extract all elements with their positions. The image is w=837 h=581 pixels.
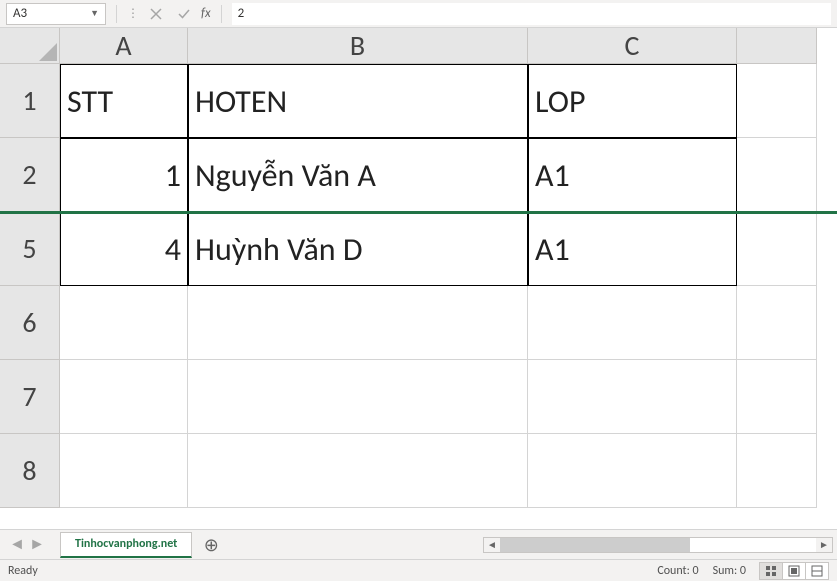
chevron-down-icon[interactable]: ▼ (90, 8, 99, 19)
cell[interactable] (528, 360, 737, 434)
page-layout-view-button[interactable] (782, 562, 806, 580)
tab-next-button[interactable]: ► (28, 536, 46, 554)
divider (116, 5, 117, 23)
spreadsheet-grid: ABC 125678 STTHOTENLOP1Nguyễn Văn AA14Hu… (0, 28, 837, 529)
status-sum: Sum: 0 (713, 564, 746, 578)
cell[interactable]: A1 (528, 212, 737, 286)
formula-bar: A3 ▼ ⋮ fx 2 (0, 0, 837, 28)
triangle-icon (39, 43, 57, 61)
column-headers: ABC (60, 28, 817, 64)
cell[interactable] (737, 360, 817, 434)
page-break-view-button[interactable] (805, 562, 829, 580)
cell[interactable] (188, 360, 528, 434)
cell[interactable] (60, 286, 188, 360)
row-header[interactable]: 5 (0, 212, 60, 286)
status-right: Count: 0 Sum: 0 (657, 562, 829, 580)
column-header[interactable]: B (188, 28, 528, 64)
divider (221, 5, 222, 23)
accept-formula-button[interactable] (173, 3, 195, 25)
cell[interactable] (188, 286, 528, 360)
scroll-thumb[interactable] (500, 538, 690, 552)
name-box[interactable]: A3 ▼ (6, 3, 106, 25)
row-headers: 125678 (0, 64, 60, 508)
cell[interactable] (528, 434, 737, 508)
column-header[interactable]: A (60, 28, 188, 64)
view-switcher (760, 562, 829, 580)
cell[interactable]: 1 (60, 138, 188, 212)
cell[interactable]: Huỳnh Văn D (188, 212, 528, 286)
cells-area[interactable]: STTHOTENLOP 1Nguyễn Văn AA1 4Huỳnh Văn DA1 (60, 64, 817, 508)
row-header[interactable]: 6 (0, 286, 60, 360)
cell[interactable]: LOP (528, 64, 737, 138)
cell[interactable]: STT (60, 64, 188, 138)
cell[interactable] (60, 360, 188, 434)
sheet-tab-label: Tinhocvanphong.net (75, 537, 177, 551)
row-header[interactable]: 2 (0, 138, 60, 212)
hscroll-area: ◄ ► (224, 537, 837, 553)
row-header[interactable]: 7 (0, 360, 60, 434)
tab-nav: ◄ ► (0, 536, 54, 554)
add-sheet-button[interactable]: ⊕ (198, 532, 224, 558)
column-header[interactable] (737, 28, 817, 64)
cell[interactable]: Nguyễn Văn A (188, 138, 528, 212)
cell[interactable] (737, 138, 817, 212)
break-icon (811, 565, 823, 577)
row-header[interactable]: 8 (0, 434, 60, 508)
status-ready: Ready (8, 564, 38, 578)
cell[interactable] (737, 286, 817, 360)
cell[interactable] (528, 286, 737, 360)
cell[interactable]: HOTEN (188, 64, 528, 138)
cell[interactable]: A1 (528, 138, 737, 212)
status-count: Count: 0 (657, 564, 698, 578)
check-icon (178, 8, 190, 20)
cancel-formula-button[interactable] (145, 3, 167, 25)
x-icon (150, 8, 162, 20)
cell[interactable] (737, 212, 817, 286)
cell[interactable] (737, 64, 817, 138)
grid-icon (765, 565, 777, 577)
formula-value: 2 (238, 6, 245, 21)
scroll-right-button[interactable]: ► (816, 538, 832, 552)
cell[interactable] (737, 434, 817, 508)
sheet-tab-active[interactable]: Tinhocvanphong.net (60, 532, 192, 558)
cell[interactable] (60, 434, 188, 508)
select-all-corner[interactable] (0, 28, 60, 64)
drag-handle-icon[interactable]: ⋮ (127, 6, 139, 21)
column-header[interactable]: C (528, 28, 737, 64)
cell[interactable]: 4 (60, 212, 188, 286)
sheet-tab-bar: ◄ ► Tinhocvanphong.net ⊕ ◄ ► (0, 529, 837, 559)
tab-prev-button[interactable]: ◄ (8, 536, 26, 554)
name-box-value: A3 (13, 6, 27, 21)
row-header[interactable]: 1 (0, 64, 60, 138)
horizontal-scrollbar[interactable]: ◄ ► (483, 537, 833, 553)
plus-icon: ⊕ (204, 534, 219, 556)
hidden-rows-indicator[interactable] (0, 211, 837, 214)
scroll-track[interactable] (500, 538, 816, 552)
normal-view-button[interactable] (759, 562, 783, 580)
scroll-left-button[interactable]: ◄ (484, 538, 500, 552)
fx-label[interactable]: fx (201, 6, 211, 21)
status-bar: Ready Count: 0 Sum: 0 (0, 559, 837, 581)
cell[interactable] (188, 434, 528, 508)
page-icon (788, 565, 800, 577)
formula-input[interactable]: 2 (232, 3, 831, 25)
